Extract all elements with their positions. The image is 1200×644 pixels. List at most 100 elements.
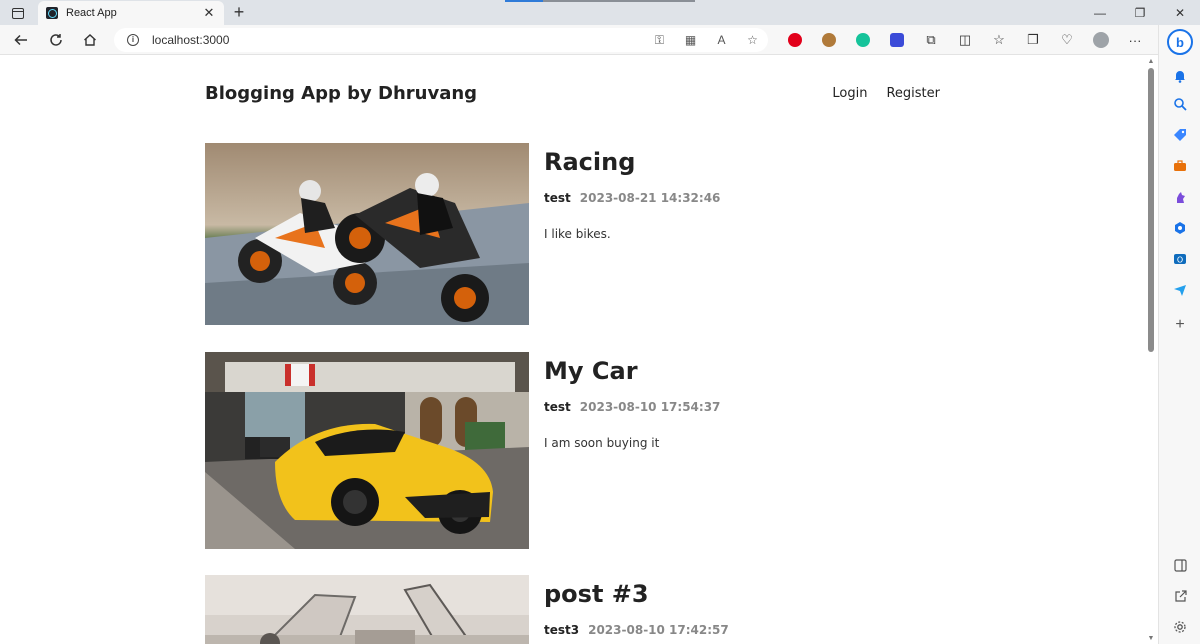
hide-sidebar-icon[interactable] (1172, 557, 1188, 573)
key-icon[interactable]: ⚿ (644, 33, 675, 48)
post-texts: Racing test 2023-08-21 14:32:46 I like b… (544, 143, 940, 243)
read-aloud-icon[interactable]: A (706, 33, 737, 47)
browser-tab-bar: React App ✕ + — ❐ ✕ (0, 0, 1200, 25)
opera-extension-button[interactable] (778, 29, 812, 51)
post-texts: post #3 test3 2023-08-10 17:42:57 (544, 575, 940, 637)
add-sidebar-item-icon[interactable]: + (1172, 316, 1188, 333)
extension-badge-icon (890, 33, 904, 47)
post-image-motorbikes[interactable] (205, 143, 529, 325)
post-image-car[interactable] (205, 352, 529, 549)
avatar (1093, 32, 1109, 48)
browser-essentials-button[interactable]: ♡ (1050, 29, 1084, 51)
post-info: test3 2023-08-10 17:42:57 (544, 623, 940, 637)
grammarly-icon (856, 33, 870, 47)
post-info: test 2023-08-10 17:54:37 (544, 400, 940, 414)
login-link[interactable]: Login (832, 86, 867, 101)
post-card: post #3 test3 2023-08-10 17:42:57 (205, 575, 940, 644)
sidebar-settings-gear-icon[interactable] (1172, 619, 1188, 635)
url-text[interactable]: localhost:3000 (152, 33, 644, 47)
home-icon (84, 34, 96, 46)
app-available-icon[interactable]: ▦ (675, 33, 706, 47)
post-author: test (544, 191, 571, 205)
games-chess-icon[interactable] (1172, 189, 1188, 205)
edge-sidebar: b O + (1158, 25, 1200, 644)
sidebar-search-icon[interactable] (1172, 96, 1188, 112)
address-bar[interactable]: i localhost:3000 ⚿ ▦ A ☆ (114, 28, 768, 52)
scroll-thumb[interactable] (1148, 68, 1154, 352)
site-info-icon[interactable]: i (127, 34, 139, 46)
open-external-icon[interactable] (1172, 588, 1188, 604)
site-header: Blogging App by Dhruvang Login Register (205, 80, 940, 106)
notifications-bell-icon[interactable] (1172, 68, 1188, 84)
post-summary: I am soon buying it (544, 436, 660, 450)
post-card: My Car test 2023-08-10 17:54:37 I am soo… (205, 352, 940, 549)
puzzle-icon: ⧉ (926, 32, 936, 47)
react-favicon-icon (46, 7, 58, 19)
motorbike-racing-image (205, 143, 529, 325)
badge-extension-button[interactable] (880, 29, 914, 51)
scroll-down-arrow-icon[interactable]: ▼ (1147, 635, 1155, 642)
settings-menu-button[interactable]: ··· (1118, 29, 1152, 51)
outlook-icon[interactable]: O (1172, 251, 1188, 267)
post-summary: I like bikes. (544, 227, 611, 241)
tab-title: React App (66, 7, 117, 19)
refresh-icon (50, 34, 62, 46)
home-button[interactable] (78, 29, 102, 51)
favorite-star-icon[interactable]: ☆ (737, 33, 768, 47)
minimize-button[interactable]: — (1080, 0, 1120, 25)
extensions-button[interactable]: ⧉ (914, 29, 948, 51)
refresh-button[interactable] (44, 29, 68, 51)
post-title[interactable]: post #3 (544, 579, 940, 609)
extensions-area: ⧉ ◫ ☆ ❐ ♡ ··· (778, 29, 1152, 51)
profile-button[interactable] (1084, 29, 1118, 51)
tab-actions-icon (12, 7, 24, 19)
restore-button[interactable]: ❐ (1120, 0, 1160, 25)
post-time: 2023-08-21 14:32:46 (579, 191, 721, 205)
close-window-button[interactable]: ✕ (1160, 0, 1200, 25)
grammarly-extension-button[interactable] (846, 29, 880, 51)
more-dots-icon: ··· (1128, 32, 1142, 48)
yellow-car-image (205, 352, 529, 549)
collections-icon: ❐ (1027, 32, 1039, 47)
post-author: test (544, 400, 571, 414)
supercar-doors-image (205, 575, 529, 644)
bing-chat-button[interactable]: b (1167, 29, 1193, 55)
browser-toolbar: i localhost:3000 ⚿ ▦ A ☆ ⧉ ◫ ☆ ❐ ♡ ··· (0, 25, 1200, 55)
svg-text:O: O (1177, 256, 1183, 265)
shopping-tag-icon[interactable] (1172, 127, 1188, 143)
back-arrow-icon (14, 34, 27, 46)
cookie-icon (822, 33, 836, 47)
heart-pulse-icon: ♡ (1061, 32, 1073, 47)
send-paper-plane-icon[interactable] (1172, 282, 1188, 298)
favorites-list-icon: ☆ (993, 32, 1005, 47)
main-nav: Login Register (832, 86, 940, 101)
split-screen-icon: ◫ (958, 32, 972, 47)
cookie-extension-button[interactable] (812, 29, 846, 51)
loading-progress-strip (505, 0, 695, 2)
split-screen-button[interactable]: ◫ (948, 29, 982, 51)
post-time: 2023-08-10 17:54:37 (579, 400, 721, 414)
favorites-button[interactable]: ☆ (982, 29, 1016, 51)
tab-actions-button[interactable] (6, 3, 30, 23)
post-texts: My Car test 2023-08-10 17:54:37 I am soo… (544, 352, 940, 452)
collections-button[interactable]: ❐ (1016, 29, 1050, 51)
post-card: Racing test 2023-08-21 14:32:46 I like b… (205, 143, 940, 325)
site-logo[interactable]: Blogging App by Dhruvang (205, 83, 477, 104)
browser-tab[interactable]: React App ✕ (38, 1, 224, 25)
tab-close-icon[interactable]: ✕ (202, 5, 216, 21)
post-info: test 2023-08-21 14:32:46 (544, 191, 940, 205)
opera-icon (788, 33, 802, 47)
page-scrollbar[interactable]: ▲ ▼ (1144, 56, 1158, 644)
scroll-up-arrow-icon[interactable]: ▲ (1147, 58, 1155, 65)
post-title[interactable]: Racing (544, 147, 940, 177)
office-icon[interactable] (1172, 220, 1188, 236)
new-tab-button[interactable]: + (229, 2, 249, 22)
post-image-car-doors[interactable] (205, 575, 529, 644)
post-time: 2023-08-10 17:42:57 (588, 623, 729, 637)
post-title[interactable]: My Car (544, 356, 940, 386)
register-link[interactable]: Register (886, 86, 940, 101)
tools-briefcase-icon[interactable] (1172, 158, 1188, 174)
back-button[interactable] (9, 29, 33, 51)
page-viewport: Blogging App by Dhruvang Login Register (0, 56, 1144, 644)
post-author: test3 (544, 623, 580, 637)
